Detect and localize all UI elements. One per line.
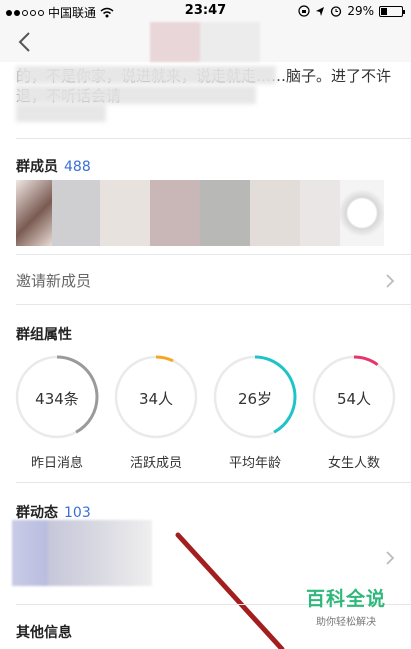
- annotation-line: [175, 532, 285, 649]
- watermark: 百科全说 助你轻松解决: [296, 584, 396, 628]
- watermark-subtitle: 助你轻松解决: [316, 617, 376, 628]
- other-info-title: 其他信息: [16, 625, 72, 641]
- watermark-title: 百科全说: [305, 588, 386, 610]
